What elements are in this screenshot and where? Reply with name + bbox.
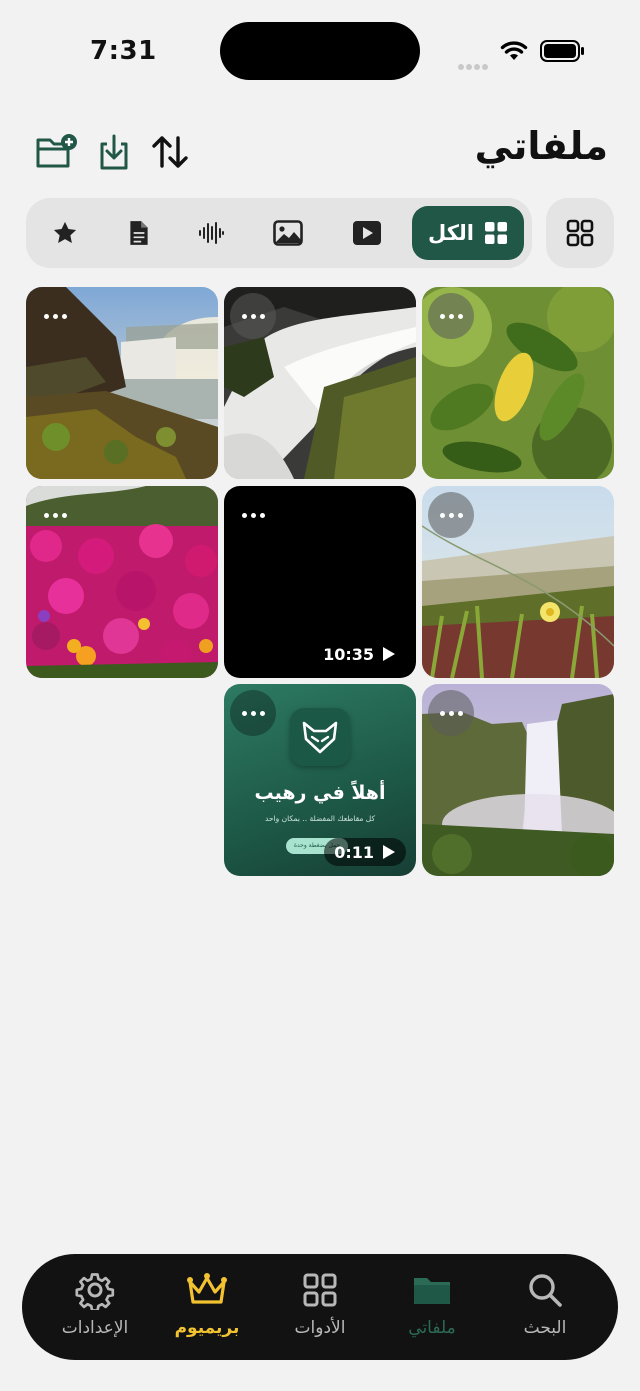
- tab-premium[interactable]: بريميوم: [152, 1270, 262, 1346]
- fox-logo-icon: [290, 708, 350, 766]
- grid-layout-icon: [566, 219, 594, 247]
- download-tray-icon: [100, 134, 128, 170]
- filter-documents[interactable]: [114, 206, 164, 260]
- sort-button[interactable]: [148, 130, 192, 174]
- more-options-button[interactable]: [32, 492, 78, 538]
- tab-my-files[interactable]: ملفاتي: [377, 1270, 487, 1346]
- wifi-icon: [500, 41, 528, 60]
- duration-label: 0:11: [334, 842, 374, 862]
- import-button[interactable]: [92, 130, 136, 174]
- tab-label: البحث: [523, 1318, 567, 1338]
- tab-tools[interactable]: الأدوات: [265, 1270, 375, 1346]
- play-icon: [383, 647, 395, 661]
- promo-headline: أهلاً في رهيب: [254, 782, 386, 804]
- tab-settings[interactable]: الإعدادات: [40, 1270, 150, 1346]
- sort-arrows-icon: [152, 136, 188, 168]
- battery-icon: [540, 40, 584, 62]
- video-duration: 10:35: [313, 640, 406, 668]
- filter-videos[interactable]: [342, 206, 392, 260]
- more-options-button[interactable]: [428, 293, 474, 339]
- tab-label: ملفاتي: [408, 1318, 456, 1338]
- video-duration: 0:11: [324, 838, 406, 866]
- duration-label: 10:35: [323, 644, 374, 664]
- media-tile[interactable]: 10:35: [224, 486, 416, 678]
- more-options-button[interactable]: [230, 690, 276, 736]
- page-title: ملفاتي: [474, 124, 608, 168]
- grid-icon: [303, 1273, 337, 1307]
- play-rectangle-icon: [353, 221, 381, 245]
- tab-label: بريميوم: [174, 1318, 240, 1338]
- more-options-button[interactable]: [428, 690, 474, 736]
- star-icon: [53, 221, 77, 244]
- status-bar: 7:31: [0, 0, 640, 100]
- more-options-button[interactable]: [230, 492, 276, 538]
- play-icon: [383, 845, 395, 859]
- filter-bar: الكل: [26, 198, 532, 268]
- status-time: 7:31: [90, 36, 157, 66]
- media-tile[interactable]: [422, 287, 614, 479]
- tab-bar: الإعدادات بريميوم الأدوات ملفاتي البحث: [22, 1254, 618, 1360]
- filter-images[interactable]: [262, 206, 314, 260]
- media-tile[interactable]: [224, 287, 416, 479]
- dynamic-island: [220, 22, 420, 80]
- more-options-button[interactable]: [428, 492, 474, 538]
- media-tile[interactable]: [26, 287, 218, 479]
- tab-search[interactable]: البحث: [490, 1270, 600, 1346]
- promo-subtitle: كل مقاطعك المفضلة .. بمكان واحد: [264, 814, 376, 823]
- tab-label: الإعدادات: [61, 1318, 129, 1338]
- crown-icon: [187, 1273, 227, 1304]
- header: ملفاتي: [0, 120, 640, 184]
- grid-view-toggle[interactable]: [546, 198, 614, 268]
- signal-icon: [458, 55, 492, 70]
- filter-audio[interactable]: [186, 206, 236, 260]
- more-options-button[interactable]: [230, 293, 276, 339]
- four-squares-icon: [485, 222, 508, 244]
- media-tile[interactable]: [422, 486, 614, 678]
- media-tile[interactable]: أهلاً في رهيب كل مقاطعك المفضلة .. بمكان…: [224, 684, 416, 876]
- folder-plus-icon: [36, 134, 77, 168]
- search-icon: [529, 1274, 562, 1307]
- document-icon: [130, 221, 148, 245]
- tab-label: الأدوات: [294, 1318, 346, 1338]
- gear-icon: [75, 1273, 115, 1310]
- filter-all-label: الكل: [427, 221, 475, 245]
- new-folder-button[interactable]: [34, 130, 78, 174]
- image-icon: [273, 220, 303, 246]
- waveform-icon: [199, 222, 224, 244]
- media-tile[interactable]: [422, 684, 614, 876]
- more-options-button[interactable]: [32, 293, 78, 339]
- folder-icon: [414, 1278, 450, 1304]
- media-tile[interactable]: [26, 486, 218, 678]
- filter-favorites[interactable]: [40, 206, 90, 260]
- filter-all[interactable]: الكل: [412, 206, 524, 260]
